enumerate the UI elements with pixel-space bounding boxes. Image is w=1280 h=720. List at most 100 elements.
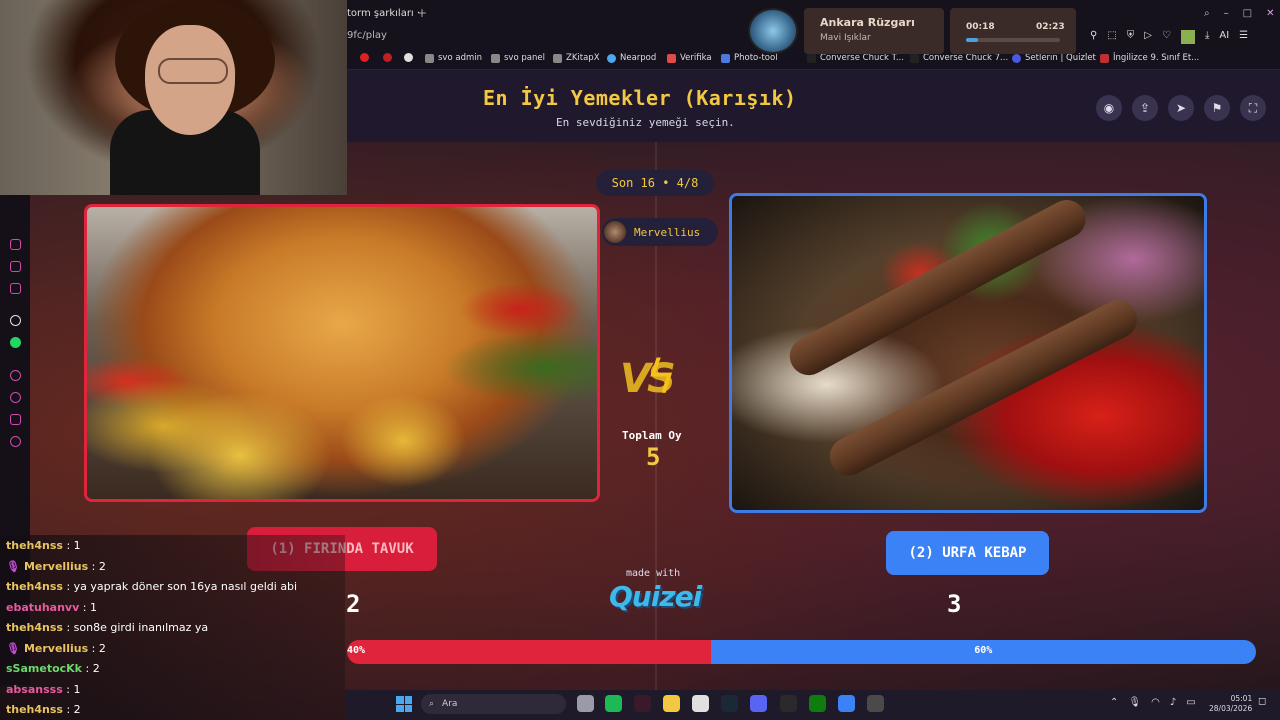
chevron-up-icon[interactable]: ⌃ — [1110, 697, 1118, 708]
menu-icon[interactable]: ☰ — [1239, 30, 1248, 44]
wifi-icon[interactable]: ◠ — [1151, 697, 1160, 708]
sidebar-icon[interactable] — [10, 370, 21, 381]
spotify-icon[interactable] — [605, 695, 622, 712]
send-button[interactable]: ➤ — [1168, 95, 1194, 121]
chat-username[interactable]: Mervellius — [24, 642, 88, 655]
bookmark-0[interactable]: svo admin — [425, 53, 482, 63]
chat-message: 🎙 Mervellius : 2 — [6, 642, 106, 655]
chat-text: : 2 — [66, 703, 81, 716]
chat-username[interactable]: Mervellius — [24, 560, 88, 573]
profile-icon[interactable] — [1180, 30, 1195, 44]
quiz-title: En İyi Yemekler (Karışık) — [483, 86, 797, 110]
microphone-icon[interactable]: 🎙 — [1128, 697, 1141, 708]
bookmark-9[interactable]: İngilizce 9. Sınıf Et... — [1100, 53, 1199, 63]
new-tab-button[interactable]: + — [417, 6, 427, 20]
battery-icon[interactable]: ▭ — [1186, 697, 1195, 708]
url-input[interactable]: 9fc/play — [347, 30, 387, 41]
bookmark-icon — [553, 53, 562, 63]
shield-icon[interactable]: ⛨ — [1127, 30, 1135, 44]
bookmark-1[interactable]: svo panel — [491, 53, 545, 63]
now-playing[interactable]: Ankara Rüzgarı Mavi Işıklar — [804, 8, 944, 54]
notification-icon[interactable]: ◻ — [1258, 696, 1266, 707]
chrome-icon[interactable] — [692, 695, 709, 712]
clock[interactable]: 05:01 28/03/2026 — [1209, 694, 1252, 714]
fullscreen-button[interactable]: ⛶ — [1240, 95, 1266, 121]
playback-progress[interactable] — [966, 38, 1060, 42]
chat-username[interactable]: theh4nss — [6, 703, 63, 716]
eye-button[interactable]: ◉ — [1096, 95, 1122, 121]
screenshot-icon[interactable]: ⬚ — [1107, 30, 1116, 44]
youtube-icon[interactable] — [360, 53, 369, 62]
file-explorer-icon[interactable] — [663, 695, 680, 712]
volume-icon[interactable]: ♪ — [1170, 697, 1176, 708]
sidebar-icon[interactable] — [10, 414, 21, 425]
download-icon[interactable]: ⤓ — [1205, 30, 1209, 44]
quiz-subtitle: En sevdiğiniz yemeği seçin. — [556, 116, 735, 129]
maximize-icon[interactable]: □ — [1243, 8, 1252, 19]
chat-message: absansss : 1 — [6, 683, 80, 696]
heart-icon[interactable]: ♡ — [1162, 30, 1171, 44]
sidebar-icon[interactable] — [10, 239, 21, 250]
chat-username[interactable]: absansss — [6, 683, 63, 696]
share-button[interactable]: ⇪ — [1132, 95, 1158, 121]
ai-button[interactable]: AI — [1219, 30, 1229, 44]
bookmark-4[interactable]: Verifika — [667, 53, 712, 63]
start-button[interactable] — [396, 696, 412, 712]
vscode-icon[interactable] — [838, 695, 855, 712]
xbox-icon[interactable] — [809, 695, 826, 712]
quizei-logo[interactable]: Quizei — [609, 580, 702, 613]
song-artist: Mavi Işıklar — [820, 33, 871, 43]
close-icon[interactable]: ✕ — [1266, 8, 1274, 19]
bookmark-label: svo admin — [438, 53, 482, 63]
chatgpt-icon[interactable] — [10, 315, 21, 326]
webcam-glasses — [158, 58, 228, 84]
total-votes-value: 5 — [646, 443, 661, 471]
sidebar-icon[interactable] — [10, 283, 21, 294]
playback-time: 00:18 02:23 — [950, 8, 1076, 54]
sidebar-icon[interactable] — [10, 261, 21, 272]
whatsapp-icon[interactable] — [10, 337, 21, 348]
bookmark-icon[interactable]: ⚲ — [1090, 30, 1097, 44]
total-time: 02:23 — [1036, 22, 1065, 32]
bookmark-8[interactable]: Setlerin | Quizlet — [1012, 53, 1096, 63]
chat-message: theh4nss : son8e girdi inanılmaz ya — [6, 621, 208, 634]
minimize-icon[interactable]: – — [1224, 8, 1229, 19]
vote-percent-right: 60% — [974, 645, 993, 656]
clock-icon[interactable] — [10, 392, 21, 403]
terminal-icon[interactable] — [634, 695, 651, 712]
play-icon[interactable]: ▷ — [1144, 30, 1152, 44]
task-view-icon[interactable] — [577, 695, 594, 712]
bookmark-icon — [1100, 53, 1109, 63]
epic-games-icon[interactable] — [780, 695, 797, 712]
bookmark-3[interactable]: Nearpod — [607, 53, 656, 63]
chat-username[interactable]: sSametocKk — [6, 662, 82, 675]
bookmark-5[interactable]: Photo-tool — [721, 53, 778, 63]
option-right-button[interactable]: (2) URFA KEBAP — [886, 531, 1049, 575]
github-icon[interactable] — [404, 53, 413, 62]
gear-icon[interactable] — [10, 436, 21, 447]
bookmark-2[interactable]: ZKitapX — [553, 53, 600, 63]
option-card-left[interactable] — [84, 204, 600, 502]
discord-icon[interactable] — [750, 695, 767, 712]
clock-date: 28/03/2026 — [1209, 704, 1253, 713]
taskbar-search[interactable]: ⌕ Ara — [421, 694, 566, 714]
search-icon[interactable]: ⌕ — [1204, 8, 1210, 19]
browser-tab[interactable]: torm şarkıları · — [347, 8, 420, 19]
user-badge: Mervellius — [602, 218, 718, 246]
chat-username[interactable]: theh4nss — [6, 539, 63, 552]
steam-icon[interactable] — [721, 695, 738, 712]
chat-username[interactable]: theh4nss — [6, 580, 63, 593]
share-icon: ⇪ — [1139, 101, 1151, 115]
report-button[interactable]: ⚑ — [1204, 95, 1230, 121]
chat-text: : 2 — [91, 641, 106, 655]
bookmark-6[interactable]: Converse Chuck T... — [807, 53, 904, 63]
bookmark-7[interactable]: Converse Chuck 7... — [910, 53, 1008, 63]
bookmark-label: Photo-tool — [734, 53, 778, 63]
chat-username[interactable]: theh4nss — [6, 621, 63, 634]
option-card-right[interactable] — [729, 193, 1207, 513]
chat-username[interactable]: ebatuhanvv — [6, 601, 79, 614]
album-art[interactable] — [748, 8, 798, 54]
obs-icon[interactable] — [867, 695, 884, 712]
vote-bar-left: 40% — [347, 640, 711, 664]
pinterest-icon[interactable] — [383, 53, 392, 62]
